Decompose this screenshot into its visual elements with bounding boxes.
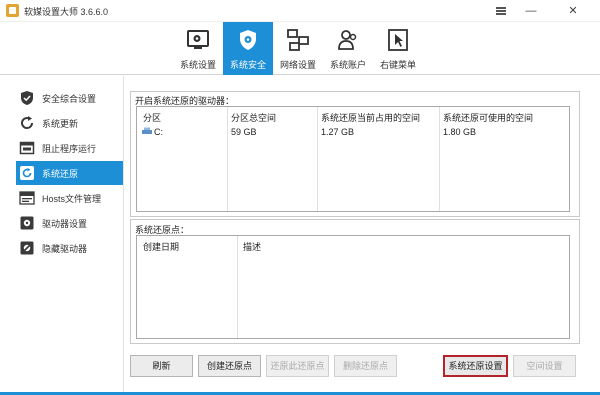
sidebar-item-label: 驱动器设置 [42, 219, 88, 229]
tab-context-menu[interactable]: 右键菜单 [373, 22, 423, 75]
users-icon [338, 30, 357, 50]
drive-used: 1.27 GB [321, 127, 355, 137]
main-menu-button[interactable] [486, 0, 516, 22]
sidebar-item-hosts-file[interactable]: Hosts文件管理 [16, 186, 123, 210]
drive-total: 59 GB [231, 127, 257, 137]
space-settings-button[interactable]: 空间设置 [513, 355, 576, 377]
column-divider [237, 236, 238, 338]
drive-available: 1.80 GB [443, 127, 477, 137]
title-bar: 软媒设置大师 3.6.6.0 — ✕ [0, 0, 600, 22]
sidebar-item-label: 安全综合设置 [42, 94, 97, 104]
drives-table[interactable]: 分区 分区总空间 系统还原当前占用的空间 系统还原可使用的空间 C: 59 GB… [136, 106, 570, 212]
restore-icon [20, 166, 34, 180]
menu-icon [496, 7, 506, 16]
restore-points-table[interactable]: 创建日期 描述 [136, 235, 570, 339]
cursor-icon [388, 29, 408, 51]
close-button[interactable]: ✕ [546, 0, 600, 22]
tab-label: 网络设置 [279, 60, 316, 70]
tab-system-accounts[interactable]: 系统账户 [323, 22, 373, 75]
shield-icon [240, 30, 256, 50]
shield-check-icon [21, 91, 33, 105]
block-window-icon [19, 141, 35, 155]
restore-point-button[interactable]: 还原此还原点 [266, 355, 329, 377]
hidden-drive-icon [20, 241, 34, 255]
sidebar-item-security-settings[interactable]: 安全综合设置 [16, 86, 123, 110]
app-title: 软媒设置大师 3.6.6.0 [24, 7, 109, 17]
sidebar-item-label: Hosts文件管理 [42, 194, 102, 204]
system-settings-icon [187, 30, 209, 49]
tab-system-security[interactable]: 系统安全 [223, 22, 273, 75]
tab-label: 系统安全 [229, 60, 266, 70]
delete-restore-point-button[interactable]: 删除还原点 [334, 355, 397, 377]
sidebar-item-hide-drive[interactable]: 隐藏驱动器 [16, 236, 123, 260]
create-restore-point-button[interactable]: 创建还原点 [198, 355, 261, 377]
main-toolbar: 系统设置 系统安全 网络设置 系统账户 右键菜单 [0, 22, 600, 75]
tab-label: 右键菜单 [379, 60, 416, 70]
drive-icon [142, 127, 152, 134]
sidebar-item-system-update[interactable]: 系统更新 [16, 111, 123, 135]
drive-partition: C: [154, 127, 163, 137]
hosts-file-icon [19, 191, 35, 205]
sidebar-item-label: 系统还原 [42, 169, 79, 179]
sidebar-item-label: 系统更新 [42, 119, 79, 129]
refresh-button[interactable]: 刷新 [130, 355, 193, 377]
sidebar-item-block-program[interactable]: 阻止程序运行 [16, 136, 123, 160]
app-window: 软媒设置大师 3.6.6.0 — ✕ 系统设置 系统安全 网络设置 系统账户 右… [0, 0, 600, 395]
tab-label: 系统账户 [329, 60, 366, 70]
drive-settings-icon [20, 216, 34, 230]
tab-network-settings[interactable]: 网络设置 [273, 22, 323, 75]
sidebar-item-label: 隐藏驱动器 [42, 244, 88, 254]
system-restore-settings-button[interactable]: 系统还原设置 [443, 355, 508, 377]
app-logo-icon [6, 4, 19, 17]
sidebar-item-label: 阻止程序运行 [42, 144, 97, 154]
sidebar-item-system-restore[interactable]: 系统还原 [16, 161, 129, 185]
refresh-icon [21, 116, 34, 129]
sidebar-item-drive-settings[interactable]: 驱动器设置 [16, 211, 123, 235]
tab-label: 系统设置 [179, 60, 216, 70]
column-header-date[interactable]: 创建日期 [143, 240, 179, 253]
column-header-description[interactable]: 描述 [243, 240, 261, 253]
table-row[interactable]: C: 59 GB 1.27 GB 1.80 GB [137, 123, 569, 139]
tab-system-settings[interactable]: 系统设置 [173, 22, 223, 75]
sidebar: 安全综合设置 系统更新 阻止程序运行 系统还原 Hosts文件管理 驱动器设置 … [0, 76, 129, 395]
network-icon [287, 29, 309, 51]
minimize-button[interactable]: — [516, 0, 546, 22]
